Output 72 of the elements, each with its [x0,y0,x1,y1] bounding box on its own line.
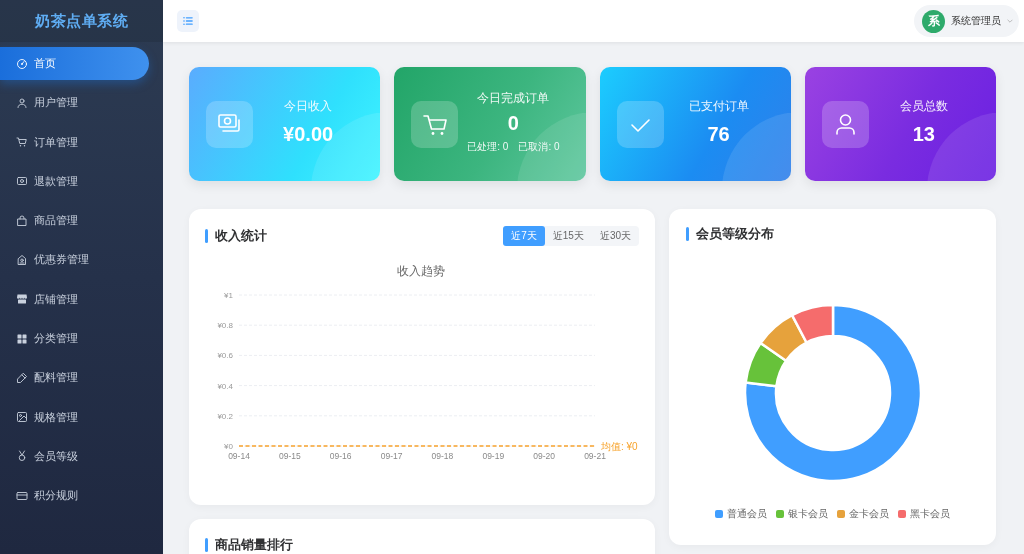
axis-label: ¥0.2 [217,411,233,421]
nav-item[interactable]: 商品管理 [0,204,149,238]
axis-label: 09-16 [329,451,352,461]
gauge-icon [16,57,28,70]
user-menu[interactable]: 系 系统管理员 [914,5,1019,37]
nav-item[interactable]: 订单管理 [0,125,149,159]
bag-icon [16,214,28,227]
accent-bar [686,227,689,241]
legend-label: 黑卡会员 [910,508,950,520]
nav-item[interactable]: 店铺管理 [0,282,149,316]
stat-value: 0 [507,111,519,135]
axis-label: 09-14 [228,451,250,461]
axis-label: ¥0.8 [217,321,233,331]
axis-label: 09-21 [584,451,606,461]
menu-icon [183,17,193,25]
nav-item[interactable]: 优惠券管理 [0,243,149,277]
panel-title: 商品销量排行 [215,536,293,554]
nav-item[interactable]: 会员等级 [0,439,149,473]
nav-item[interactable]: 积分规则 [0,479,149,513]
range-tab[interactable]: 近30天 [591,226,639,246]
legend-label: 金卡会员 [849,508,889,520]
stat-label: 今日收入 [284,98,333,114]
nav-item[interactable]: 配料管理 [0,361,149,395]
axis-label: 09-20 [533,451,555,461]
grid-icon [16,332,28,345]
card-icon [16,489,28,502]
stat-value: 13 [912,122,935,146]
axis-label: ¥0.6 [217,351,233,361]
nav-item[interactable]: 规格管理 [0,400,149,434]
legend-label: 银卡会员 [788,508,828,520]
chevron-down-icon [1007,19,1013,23]
app-title: 奶茶点单系统 [35,11,128,31]
axis-label: ¥0 [224,442,233,451]
stat-detail: 已取消: 0 [518,140,560,154]
house-icon [16,254,28,266]
stat-detail: 已处理: 0 [467,140,509,154]
stat-label: 会员总数 [899,98,948,114]
average-label: 均值: ¥0 [601,440,638,452]
checkmark-icon [616,100,664,148]
cart-icon [16,136,28,149]
image-icon [16,411,28,424]
accent-bar [205,229,208,243]
axis-label: 09-19 [482,451,505,461]
stat-value: 76 [707,122,730,146]
accent-bar [205,538,208,552]
user-icon [821,100,869,148]
user-avatar: 系 [922,9,945,33]
banknotes-icon [206,100,253,148]
chart-title: 收入趋势 [397,265,445,277]
menu-button[interactable] [177,10,199,32]
stat-label: 已支付订单 [688,98,749,114]
panel-title: 收入统计 [215,227,267,245]
nav-item[interactable]: 分类管理 [0,322,149,356]
axis-label: 09-17 [380,451,403,461]
axis-label: 09-15 [279,451,301,461]
range-tab[interactable]: 近15天 [544,226,592,246]
stat-value: ¥0.00 [283,122,334,146]
axis-label: ¥1 [224,291,233,300]
stat-label: 今日完成订单 [477,90,550,106]
nav-item[interactable]: 退款管理 [0,164,149,198]
medal-icon [16,450,28,463]
user-icon [16,96,28,109]
panel-title: 会员等级分布 [696,225,774,243]
banknote-icon [16,175,28,188]
pencil-icon [16,371,28,384]
nav-item[interactable]: 首页 [0,47,149,80]
legend-label: 普通会员 [727,508,767,520]
axis-label: 09-18 [431,451,454,461]
axis-label: ¥0.4 [217,381,233,391]
shop-icon [16,293,28,306]
cart-icon [411,100,459,148]
nav-item[interactable]: 用户管理 [0,86,149,120]
